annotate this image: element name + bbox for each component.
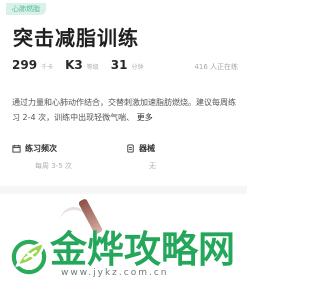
more-link[interactable]: 更多 — [137, 113, 153, 122]
calendar-icon — [12, 144, 21, 153]
stat-value: K3 — [65, 58, 83, 72]
equipment-value: 无 — [149, 162, 156, 170]
info-row: 练习频次 每周 3-5 次 器械 无 — [12, 143, 240, 178]
stat-unit: 分钟 — [131, 64, 144, 71]
description: 通过力量和心肺动作结合，交替刺激加速脂肪燃烧。建议每周练习 2-4 次，训练中出… — [12, 95, 240, 125]
participants-count: 416 人正在练 — [194, 63, 238, 71]
stat-calories: 299 千卡 — [12, 58, 53, 72]
brand-watermark: 金烨攻略网 — [50, 228, 235, 271]
equipment-label: 器械 — [139, 144, 155, 153]
bottom-preview: 金烨攻略网 www.jykz.com.cn — [0, 194, 247, 282]
stat-unit: 千卡 — [41, 64, 54, 71]
section-divider — [0, 186, 247, 194]
equipment-header: 器械 — [126, 143, 240, 154]
watermark-url: www.jykz.com.cn — [61, 268, 169, 278]
leaf-logo-icon — [11, 239, 47, 275]
frequency-header: 练习频次 — [12, 143, 126, 154]
equipment-icon — [127, 144, 134, 153]
frequency-value: 每周 3-5 次 — [35, 162, 72, 170]
frequency-info: 练习频次 每周 3-5 次 — [12, 143, 126, 178]
stat-level: K3 等级 — [65, 58, 99, 72]
category-tag: 心肺燃脂 — [6, 3, 46, 15]
stats-row: 299 千卡 K3 等级 31 分钟 416 人正在练 — [12, 58, 238, 74]
stat-value: 299 — [12, 58, 38, 72]
stat-unit: 等级 — [86, 64, 99, 71]
stat-value: 31 — [110, 58, 128, 72]
stat-duration: 31 分钟 — [111, 58, 144, 72]
workout-detail-page: 心肺燃脂 突击减脂训练 299 千卡 K3 等级 31 分钟 416 人正在练 … — [0, 0, 247, 282]
frequency-label: 练习频次 — [25, 144, 57, 153]
page-title: 突击减脂训练 — [13, 26, 139, 50]
equipment-info: 器械 无 — [126, 143, 240, 178]
description-text: 通过力量和心肺动作结合，交替刺激加速脂肪燃烧。建议每周练习 2-4 次，训练中出… — [12, 98, 236, 122]
